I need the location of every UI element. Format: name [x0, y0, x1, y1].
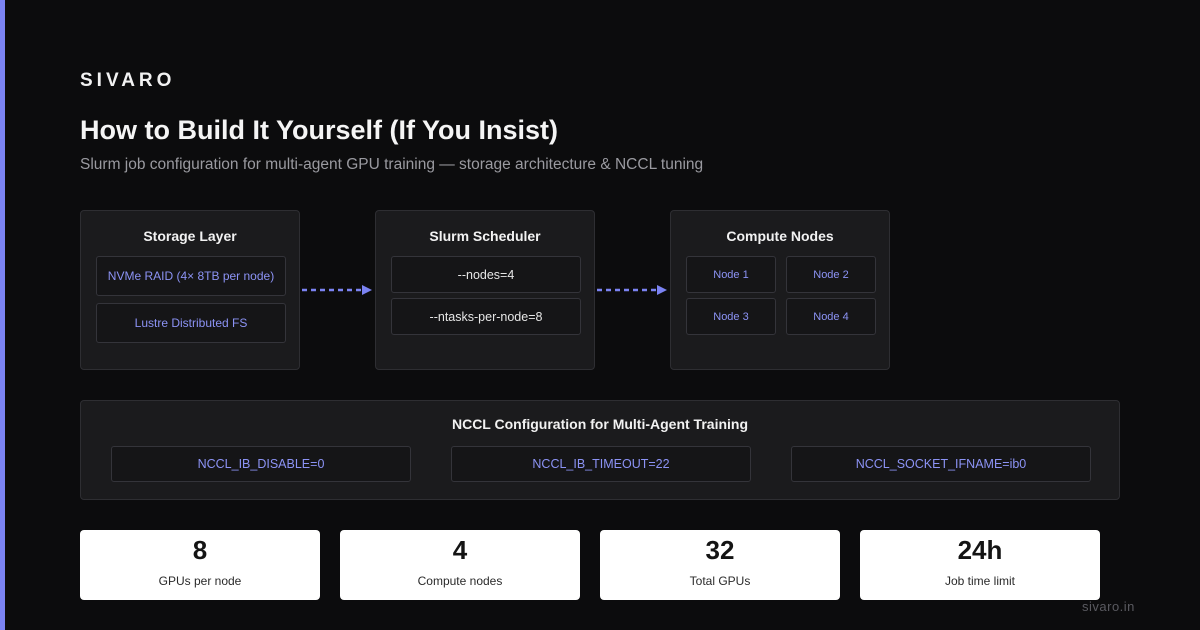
slurm-scheduler-panel: Slurm Scheduler --nodes=4 --ntasks-per-n… — [375, 210, 595, 370]
nccl-socket-ifname: NCCL_SOCKET_IFNAME=ib0 — [791, 446, 1091, 482]
compute-nodes-title: Compute Nodes — [726, 228, 834, 244]
scheduler-ntasks-flag: --ntasks-per-node=8 — [391, 298, 581, 335]
page-title: How to Build It Yourself (If You Insist) — [80, 115, 558, 145]
nccl-config-title: NCCL Configuration for Multi-Agent Train… — [451, 416, 749, 432]
stat-label: Total GPUs — [689, 574, 751, 588]
stat-value: 8 — [192, 535, 208, 565]
brand-logo: SIVARO — [80, 70, 176, 91]
compute-node-4: Node 4 — [786, 298, 876, 335]
stat-compute-nodes: 4 Compute nodes — [340, 530, 580, 600]
compute-node-2: Node 2 — [786, 256, 876, 293]
stat-job-time-limit: 24h Job time limit — [860, 530, 1100, 600]
storage-layer-panel: Storage Layer NVMe RAID (4× 8TB per node… — [80, 210, 300, 370]
stat-label: GPUs per node — [158, 574, 242, 588]
stat-gpus-per-node: 8 GPUs per node — [80, 530, 320, 600]
storage-item-nvme: NVMe RAID (4× 8TB per node) — [96, 256, 286, 296]
stat-value: 24h — [957, 535, 1003, 565]
nccl-ib-disable: NCCL_IB_DISABLE=0 — [111, 446, 411, 482]
nccl-ib-timeout: NCCL_IB_TIMEOUT=22 — [451, 446, 751, 482]
accent-bar — [0, 0, 5, 630]
arrow-scheduler-to-compute — [597, 285, 667, 295]
storage-item-lustre: Lustre Distributed FS — [96, 303, 286, 343]
scheduler-nodes-flag: --nodes=4 — [391, 256, 581, 293]
storage-layer-title: Storage Layer — [143, 228, 237, 244]
stat-value: 4 — [452, 535, 468, 565]
stat-value: 32 — [705, 535, 735, 565]
nccl-config-panel: NCCL Configuration for Multi-Agent Train… — [80, 400, 1120, 500]
page-subtitle: Slurm job configuration for multi-agent … — [80, 156, 704, 173]
compute-node-3: Node 3 — [686, 298, 776, 335]
slurm-scheduler-title: Slurm Scheduler — [429, 228, 541, 244]
stat-label: Compute nodes — [417, 574, 503, 588]
arrow-storage-to-scheduler — [302, 285, 372, 295]
stat-label: Job time limit — [944, 574, 1015, 588]
stat-total-gpus: 32 Total GPUs — [600, 530, 840, 600]
compute-node-1: Node 1 — [686, 256, 776, 293]
footer-domain: sivaro.in — [1082, 599, 1135, 614]
compute-nodes-panel: Compute Nodes Node 1 Node 2 Node 3 Node … — [670, 210, 890, 370]
